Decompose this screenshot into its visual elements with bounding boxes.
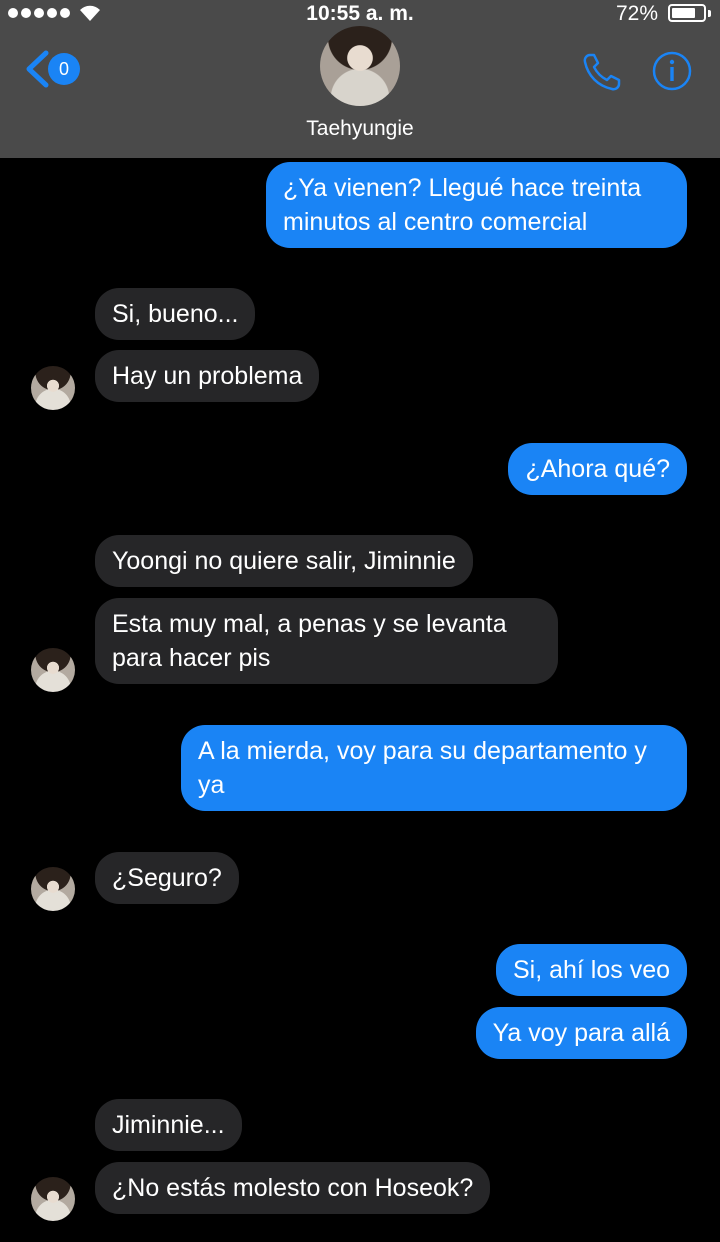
- message-received[interactable]: Esta muy mal, a penas y se levanta para …: [95, 598, 558, 684]
- contact-avatar[interactable]: [320, 26, 400, 106]
- message-received[interactable]: ¿No estás molesto con Hoseok?: [95, 1162, 491, 1214]
- message-received[interactable]: Jiminnie...: [95, 1099, 242, 1151]
- sender-avatar[interactable]: [31, 1177, 75, 1221]
- info-icon[interactable]: [652, 51, 692, 91]
- unread-badge: 0: [48, 53, 80, 85]
- battery-icon: [668, 4, 706, 22]
- sender-avatar[interactable]: [31, 867, 75, 911]
- battery-tip: [708, 10, 711, 17]
- message-sent[interactable]: Si, ahí los veo: [495, 944, 687, 996]
- status-time: 10:55 a. m.: [306, 2, 414, 25]
- message-received[interactable]: ¿Seguro?: [95, 852, 239, 904]
- back-button[interactable]: 0: [22, 50, 80, 88]
- sender-avatar[interactable]: [31, 648, 75, 692]
- message-sent[interactable]: A la mierda, voy para su departamento y …: [181, 725, 687, 811]
- message-received[interactable]: Yoongi no quiere salir, Jiminnie: [95, 535, 473, 587]
- message-received[interactable]: Hay un problema: [95, 350, 320, 402]
- battery-percentage: 72%: [615, 2, 658, 25]
- chat-header: 10:55 a. m. 72% 0 Taehyungie: [0, 0, 720, 158]
- contact-name[interactable]: Taehyungie: [0, 117, 720, 141]
- message-sent[interactable]: Ya voy para allá: [475, 1007, 687, 1059]
- message-sent[interactable]: ¿Ahora qué?: [508, 443, 687, 495]
- message-received[interactable]: Si, bueno...: [95, 288, 256, 340]
- sender-avatar[interactable]: [31, 366, 75, 410]
- message-sent[interactable]: ¿Ya vienen? Llegué hace treinta minutos …: [266, 162, 687, 248]
- phone-icon[interactable]: [580, 50, 624, 94]
